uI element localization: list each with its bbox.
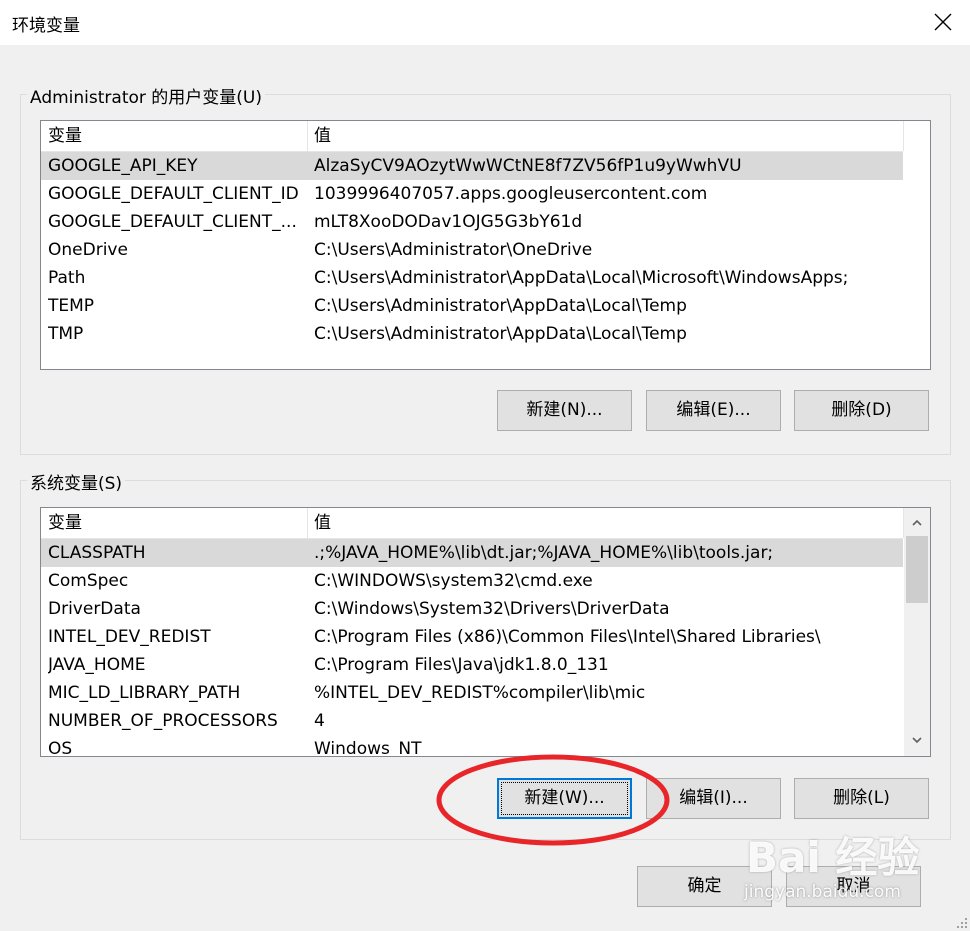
variable-value: C:\Program Files\Java\jdk1.8.0_131 <box>314 655 609 675</box>
table-row[interactable]: MIC_LD_LIBRARY_PATH %INTEL_DEV_REDIST%com… <box>41 679 903 707</box>
variable-name: MIC_LD_LIBRARY_PATH <box>48 683 241 703</box>
table-row[interactable]: CLASSPATH .;%JAVA_HOME%\lib\dt.jar;%JAVA_… <box>41 539 903 567</box>
user-delete-button[interactable]: 删除(D) <box>794 390 929 431</box>
variable-name: TEMP <box>48 296 95 316</box>
variable-name: INTEL_DEV_REDIST <box>48 627 211 647</box>
user-vars-list[interactable]: 变量 值 GOOGLE_API_KEY AlzaSyCV9AOzytWwWCtNE… <box>40 120 931 370</box>
system-new-button[interactable]: 新建(W)... <box>497 778 632 819</box>
ok-button[interactable]: 确定 <box>637 866 772 907</box>
close-icon <box>934 13 952 31</box>
title-bar: 环境变量 <box>0 0 970 45</box>
system-vars-col-name[interactable]: 变量 <box>41 508 307 538</box>
variable-value: C:\Users\Administrator\AppData\Local\Tem… <box>314 324 687 344</box>
variable-name: TMP <box>48 324 84 344</box>
chevron-up-icon <box>912 519 922 526</box>
close-button[interactable] <box>918 0 970 45</box>
table-row[interactable]: OS Windows_NT <box>41 735 903 757</box>
variable-value: C:\Windows\System32\Drivers\DriverData <box>314 599 670 619</box>
scroll-up-button[interactable] <box>904 510 930 536</box>
system-vars-rows: CLASSPATH .;%JAVA_HOME%\lib\dt.jar;%JAVA_… <box>41 539 903 757</box>
table-row[interactable]: NUMBER_OF_PROCESSORS 4 <box>41 707 903 735</box>
scroll-down-button[interactable] <box>904 728 930 754</box>
column-divider[interactable] <box>903 121 904 151</box>
variable-name: GOOGLE_DEFAULT_CLIENT_... <box>48 212 297 232</box>
table-row[interactable]: JAVA_HOME C:\Program Files\Java\jdk1.8.0_… <box>41 651 903 679</box>
variable-value: C:\Users\Administrator\OneDrive <box>314 240 593 260</box>
variable-value: .;%JAVA_HOME%\lib\dt.jar;%JAVA_HOME%\lib… <box>314 543 774 563</box>
variable-name: OneDrive <box>48 240 128 260</box>
resize-grip-icon[interactable] <box>956 917 968 929</box>
variable-name: Path <box>48 268 86 288</box>
user-vars-header: 变量 值 <box>41 121 904 152</box>
user-vars-rows: GOOGLE_API_KEY AlzaSyCV9AOzytWwWCtNE8f7ZV… <box>41 152 903 348</box>
variable-name: OS <box>48 739 73 757</box>
scroll-thumb[interactable] <box>906 536 928 603</box>
variable-name: NUMBER_OF_PROCESSORS <box>48 711 278 731</box>
variable-name: GOOGLE_DEFAULT_CLIENT_ID <box>48 184 299 204</box>
system-vars-list[interactable]: 变量 值 CLASSPATH .;%JAVA_HOME%\lib\dt.jar;%… <box>40 507 931 757</box>
table-row[interactable]: GOOGLE_DEFAULT_CLIENT_ID 1039996407057.ap… <box>41 180 903 208</box>
variable-name: ComSpec <box>48 571 129 591</box>
user-new-button[interactable]: 新建(N)... <box>497 390 632 431</box>
user-vars-col-name[interactable]: 变量 <box>41 121 307 151</box>
table-row[interactable]: Path C:\Users\Administrator\AppData\Local… <box>41 264 903 292</box>
variable-value: C:\Program Files (x86)\Common Files\Inte… <box>314 627 821 647</box>
table-row[interactable]: OneDrive C:\Users\Administrator\OneDrive <box>41 236 903 264</box>
user-vars-legend: Administrator 的用户变量(U) <box>27 83 265 108</box>
table-row[interactable]: DriverData C:\Windows\System32\Drivers\Dr… <box>41 595 903 623</box>
variable-value: C:\Users\Administrator\AppData\Local\Tem… <box>314 296 687 316</box>
system-vars-header: 变量 值 <box>41 508 904 539</box>
cancel-button[interactable]: 取消 <box>786 866 921 907</box>
variable-name: GOOGLE_API_KEY <box>48 156 198 176</box>
variable-value: AlzaSyCV9AOzytWwWCtNE8f7ZV56fP1u9yWwhVU <box>314 156 742 176</box>
user-vars-col-value[interactable]: 值 <box>307 121 903 151</box>
system-vars-scrollbar[interactable] <box>904 508 930 756</box>
variable-value: 1039996407057.apps.googleusercontent.com <box>314 184 708 204</box>
system-vars-legend: 系统变量(S) <box>27 469 126 494</box>
variable-value: 4 <box>314 711 325 731</box>
table-row[interactable]: GOOGLE_DEFAULT_CLIENT_... mLT8XooDODav1OJ… <box>41 208 903 236</box>
system-edit-button[interactable]: 编辑(I)... <box>646 778 781 819</box>
user-edit-button[interactable]: 编辑(E)... <box>646 390 781 431</box>
table-row[interactable]: TEMP C:\Users\Administrator\AppData\Local… <box>41 292 903 320</box>
variable-name: CLASSPATH <box>48 543 146 563</box>
table-row[interactable]: INTEL_DEV_REDIST C:\Program Files (x86)\C… <box>41 623 903 651</box>
variable-value: %INTEL_DEV_REDIST%compiler\lib\mic <box>314 683 646 703</box>
window-title: 环境变量 <box>12 16 80 36</box>
system-vars-col-value[interactable]: 值 <box>307 508 903 538</box>
table-row[interactable]: ComSpec C:\WINDOWS\system32\cmd.exe <box>41 567 903 595</box>
variable-value: Windows_NT <box>314 739 422 757</box>
variable-value: mLT8XooDODav1OJG5G3bY61d <box>314 212 583 232</box>
variable-name: DriverData <box>48 599 141 619</box>
table-row[interactable]: TMP C:\Users\Administrator\AppData\Local\… <box>41 320 903 348</box>
variable-value: C:\WINDOWS\system32\cmd.exe <box>314 571 593 591</box>
variable-name: JAVA_HOME <box>48 655 146 675</box>
system-delete-button[interactable]: 删除(L) <box>794 778 929 819</box>
table-row[interactable]: GOOGLE_API_KEY AlzaSyCV9AOzytWwWCtNE8f7ZV… <box>41 152 903 180</box>
chevron-down-icon <box>912 737 922 744</box>
variable-value: C:\Users\Administrator\AppData\Local\Mic… <box>314 268 849 288</box>
